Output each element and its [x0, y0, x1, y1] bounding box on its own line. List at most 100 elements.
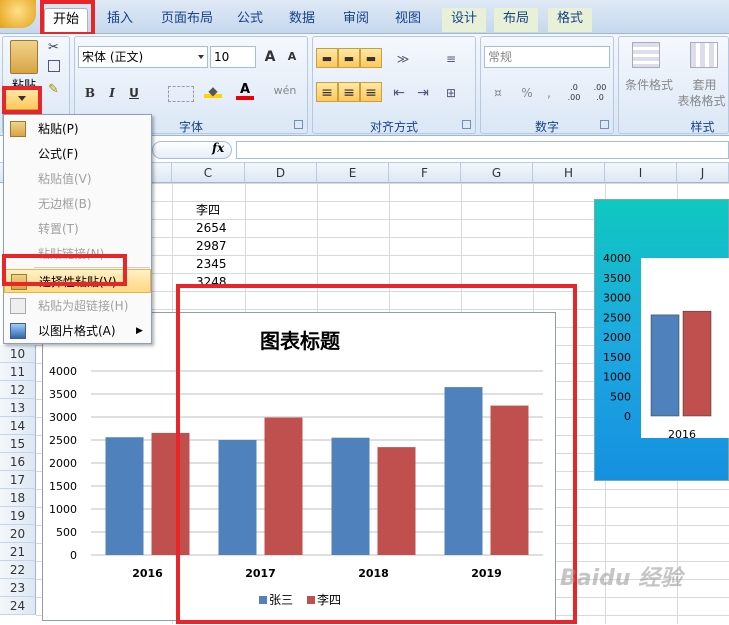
font-color-button[interactable]: A	[236, 82, 254, 100]
cut-icon[interactable]: ✂	[48, 40, 59, 55]
office-button[interactable]	[0, 0, 36, 28]
menu-item-formulas[interactable]: 公式(F)	[4, 142, 151, 166]
column-header-d[interactable]: D	[245, 163, 317, 183]
align-left-icon[interactable]: ≡	[316, 82, 338, 102]
italic-button[interactable]: I	[102, 82, 122, 104]
table-format-icon[interactable]	[690, 42, 718, 68]
grow-font-button[interactable]: A	[260, 46, 280, 68]
row-header[interactable]: 19	[0, 507, 36, 525]
bold-button[interactable]: B	[80, 82, 100, 104]
tab-view[interactable]: 视图	[386, 8, 430, 32]
row-header[interactable]: 21	[0, 543, 36, 561]
y-tick-label: 3000	[49, 411, 77, 424]
column-header-f[interactable]: F	[389, 163, 461, 183]
cell-c-header[interactable]: 李四	[196, 201, 220, 218]
paste-icon[interactable]	[10, 40, 38, 74]
cell-c-value[interactable]: 2987	[196, 239, 227, 253]
table-format-label-1[interactable]: 套用	[680, 76, 729, 93]
align-right-icon[interactable]: ≡	[360, 82, 382, 102]
row-header[interactable]: 10	[0, 345, 36, 363]
font-name-select[interactable]: 宋体 (正文)	[78, 46, 208, 68]
comma-button[interactable]: ,	[540, 82, 558, 102]
column-header-e[interactable]: E	[317, 163, 389, 183]
fill-color-icon[interactable]: ◆	[204, 84, 222, 98]
y-tick-label: 0	[70, 549, 77, 562]
row-header[interactable]: 12	[0, 381, 36, 399]
paste-menu: 粘贴(P) 公式(F) 粘贴值(V) 无边框(B) 转置(T) 粘贴链接(N) …	[3, 114, 152, 344]
cell-c-value[interactable]: 2345	[196, 257, 227, 271]
merge-center-icon[interactable]: ⊞	[440, 82, 462, 102]
wrap-text-icon[interactable]: ≡	[440, 48, 462, 68]
y-tick-label: 1500	[49, 480, 77, 493]
formula-input[interactable]	[236, 141, 729, 159]
row-header[interactable]: 13	[0, 399, 36, 417]
row-header[interactable]: 23	[0, 579, 36, 597]
dialog-launcher-icon[interactable]	[462, 120, 471, 129]
row-header[interactable]: 18	[0, 489, 36, 507]
column-header-c[interactable]: C	[172, 163, 245, 183]
phonetic-button[interactable]: wén	[270, 84, 300, 102]
x-tick-label: 2016	[668, 428, 696, 441]
tab-format[interactable]: 格式	[548, 8, 592, 32]
row-header[interactable]: 22	[0, 561, 36, 579]
tab-formulas[interactable]: 公式	[228, 8, 272, 32]
row-header[interactable]: 17	[0, 471, 36, 489]
y-tick-label: 2500	[49, 434, 77, 447]
cell-c-value[interactable]: 2654	[196, 221, 227, 235]
menu-item-paste-values: 粘贴值(V)	[4, 167, 151, 191]
borders-icon[interactable]	[168, 86, 194, 102]
currency-icon[interactable]: ¤	[484, 82, 512, 102]
row-header[interactable]: 14	[0, 417, 36, 435]
decrease-decimal-button[interactable]: .00 .0	[588, 82, 612, 102]
row-header[interactable]: 15	[0, 435, 36, 453]
menu-item-label: 公式(F)	[38, 147, 79, 161]
copy-icon[interactable]	[48, 60, 60, 72]
y-tick-label: 3000	[603, 292, 631, 305]
bar-张三	[650, 314, 680, 417]
font-size-select[interactable]: 10	[210, 46, 256, 68]
tab-data[interactable]: 数据	[280, 8, 324, 32]
highlight-home-tab	[40, 0, 95, 36]
highlight-paste-special	[2, 254, 127, 286]
dialog-launcher-icon[interactable]	[294, 120, 303, 129]
increase-indent-icon[interactable]: ⇥	[412, 82, 434, 102]
menu-item-label: 转置(T)	[38, 222, 79, 236]
row-header[interactable]: 11	[0, 363, 36, 381]
tab-review[interactable]: 审阅	[334, 8, 378, 32]
shrink-font-button[interactable]: A	[282, 46, 302, 68]
decrease-indent-icon[interactable]: ⇤	[388, 82, 410, 102]
underline-button[interactable]: U	[124, 82, 144, 104]
conditional-format-label[interactable]: 条件格式	[622, 76, 676, 93]
column-header-i[interactable]: I	[605, 163, 677, 183]
tab-layout[interactable]: 布局	[494, 8, 538, 32]
orientation-icon[interactable]: ≫	[388, 48, 418, 68]
menu-item-as-picture[interactable]: 以图片格式(A) ▶	[4, 319, 151, 343]
conditional-format-icon[interactable]	[632, 42, 660, 68]
row-header[interactable]: 20	[0, 525, 36, 543]
format-painter-icon[interactable]: ✎	[48, 82, 59, 97]
menu-item-no-borders: 无边框(B)	[4, 192, 151, 216]
column-header-g[interactable]: G	[461, 163, 533, 183]
align-center-icon[interactable]: ≡	[338, 82, 360, 102]
highlight-chart-region	[176, 284, 577, 624]
tab-insert[interactable]: 插入	[98, 8, 142, 32]
y-tick-label: 2000	[603, 331, 631, 344]
align-middle-icon[interactable]: ▬	[338, 48, 360, 68]
dialog-launcher-icon[interactable]	[600, 120, 609, 129]
align-top-icon[interactable]: ▬	[316, 48, 338, 68]
row-header[interactable]: 16	[0, 453, 36, 471]
increase-decimal-button[interactable]: .0 .00	[562, 82, 586, 102]
percent-button[interactable]: %	[516, 82, 538, 102]
column-header-h[interactable]: H	[533, 163, 605, 183]
row-header[interactable]: 24	[0, 597, 36, 615]
column-header-j[interactable]: J	[677, 163, 729, 183]
chart-2016-preview[interactable]: 4000 3500 3000 2500 2000 1500 1000 500 0 2016	[594, 199, 729, 481]
menu-item-label: 以图片格式(A)	[38, 324, 116, 338]
menu-item-paste[interactable]: 粘贴(P)	[4, 117, 151, 141]
number-format-select[interactable]: 常规	[484, 46, 610, 68]
tab-page-layout[interactable]: 页面布局	[154, 8, 220, 32]
table-format-label-2[interactable]: 表格格式	[674, 92, 729, 109]
tab-design[interactable]: 设计	[442, 8, 486, 32]
align-bottom-icon[interactable]: ▬	[360, 48, 382, 68]
insert-function-button[interactable]: fx	[212, 141, 232, 159]
